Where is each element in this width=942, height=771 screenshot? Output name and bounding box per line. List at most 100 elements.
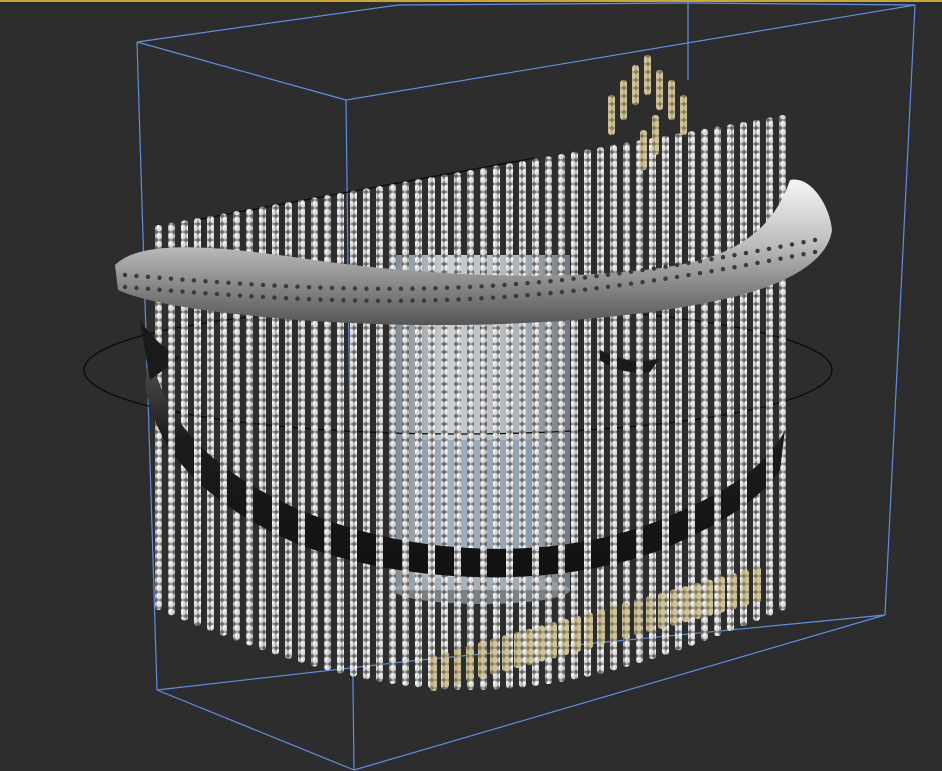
rim-hole <box>456 285 461 290</box>
bead-strand <box>571 151 578 680</box>
rim-hole <box>364 298 369 303</box>
bead-strand <box>415 179 422 688</box>
bead-strand <box>532 158 539 686</box>
bead-strand <box>376 186 383 682</box>
rim-hole <box>812 237 818 243</box>
rim-hole <box>456 297 461 302</box>
rim-hole <box>398 286 404 291</box>
rim-hole <box>812 249 818 255</box>
gold-strand-tip <box>646 596 653 633</box>
bead-strand <box>402 181 409 686</box>
rim-hole <box>375 298 381 303</box>
gold-strand-tip <box>718 576 725 613</box>
gold-strand-tip <box>754 566 761 603</box>
rim-hole <box>571 288 576 294</box>
rim-hole <box>709 256 714 262</box>
gold-strand-tip <box>652 115 659 155</box>
gold-strand-tip <box>442 651 449 688</box>
gold-strand-tip <box>490 638 497 675</box>
rim-hole <box>237 281 243 286</box>
rim-hole <box>214 291 220 297</box>
3d-viewport[interactable] <box>0 0 942 771</box>
rim-hole <box>203 291 208 296</box>
gold-strand-tip <box>538 625 545 662</box>
rim-hole <box>134 273 139 279</box>
bead-strand <box>363 188 370 680</box>
gold-strand-tip <box>632 65 639 105</box>
rim-hole <box>766 258 772 264</box>
gold-strand-tip <box>608 95 615 135</box>
rim-hole <box>168 288 174 293</box>
rim-hole <box>536 292 542 297</box>
rim-hole <box>352 286 358 291</box>
rim-hole <box>237 293 243 298</box>
rim-hole <box>605 284 611 289</box>
rim-hole <box>559 277 565 283</box>
gold-strand-tip <box>742 569 749 606</box>
rim-hole <box>525 293 530 298</box>
rim-hole <box>709 268 714 274</box>
rim-hole <box>559 289 565 295</box>
gold-strand-tip <box>586 612 593 649</box>
rim-hole <box>295 284 300 289</box>
rim-hole <box>318 285 323 290</box>
rim-hole <box>387 286 392 291</box>
rim-hole <box>651 266 657 271</box>
bead-strand <box>623 142 630 667</box>
rim-hole <box>444 285 450 291</box>
rim-hole <box>467 296 473 302</box>
bead-strand <box>428 176 435 689</box>
rim-hole <box>191 290 197 295</box>
rim-hole <box>145 274 151 280</box>
rim-hole <box>387 298 392 303</box>
rim-hole <box>548 290 553 296</box>
rim-hole <box>686 272 691 278</box>
rim-hole <box>329 297 335 303</box>
rim-hole <box>571 276 576 282</box>
gold-strand-tip <box>478 641 485 678</box>
rim-hole <box>513 293 519 299</box>
rim-hole <box>479 296 484 301</box>
bead-strand <box>675 133 682 651</box>
gold-strand-tip <box>640 130 647 170</box>
rim-hole <box>341 286 346 291</box>
gold-strand-tip <box>598 609 605 646</box>
rim-hole <box>145 286 151 292</box>
rim-hole <box>122 272 128 278</box>
rim-hole <box>180 277 185 282</box>
rim-hole <box>732 264 737 270</box>
rim-hole <box>617 271 622 276</box>
rim-hole <box>789 242 795 247</box>
viewport-scene[interactable] <box>0 0 942 771</box>
gold-strand-tip <box>526 628 533 665</box>
rim-hole <box>295 296 300 301</box>
gold-strand-tip <box>670 589 677 626</box>
bead-strand <box>519 160 526 688</box>
bead-strand <box>558 154 565 682</box>
rim-hole <box>743 262 749 268</box>
rim-hole <box>214 279 220 285</box>
rim-hole <box>249 282 254 287</box>
rim-hole <box>674 274 680 280</box>
rim-hole <box>755 248 760 254</box>
gold-strand-tip <box>454 648 461 685</box>
bead-strand <box>649 138 656 659</box>
rim-hole <box>502 282 507 288</box>
rim-hole <box>444 297 450 303</box>
rim-hole <box>801 252 806 257</box>
rim-hole <box>663 264 668 269</box>
rim-hole <box>191 278 197 283</box>
bead-strand <box>389 183 396 684</box>
rim-hole <box>594 286 599 291</box>
rim-hole <box>490 283 496 288</box>
rim-hole <box>651 278 657 283</box>
bead-strand <box>493 165 500 690</box>
rim-hole <box>421 286 427 291</box>
rim-hole <box>398 298 404 303</box>
gold-strand-tip <box>430 655 437 691</box>
bead-strand <box>545 156 552 685</box>
gold-strand-tip <box>680 95 687 135</box>
rim-hole <box>640 279 645 285</box>
rim-hole <box>157 275 162 280</box>
rim-hole <box>421 298 427 303</box>
